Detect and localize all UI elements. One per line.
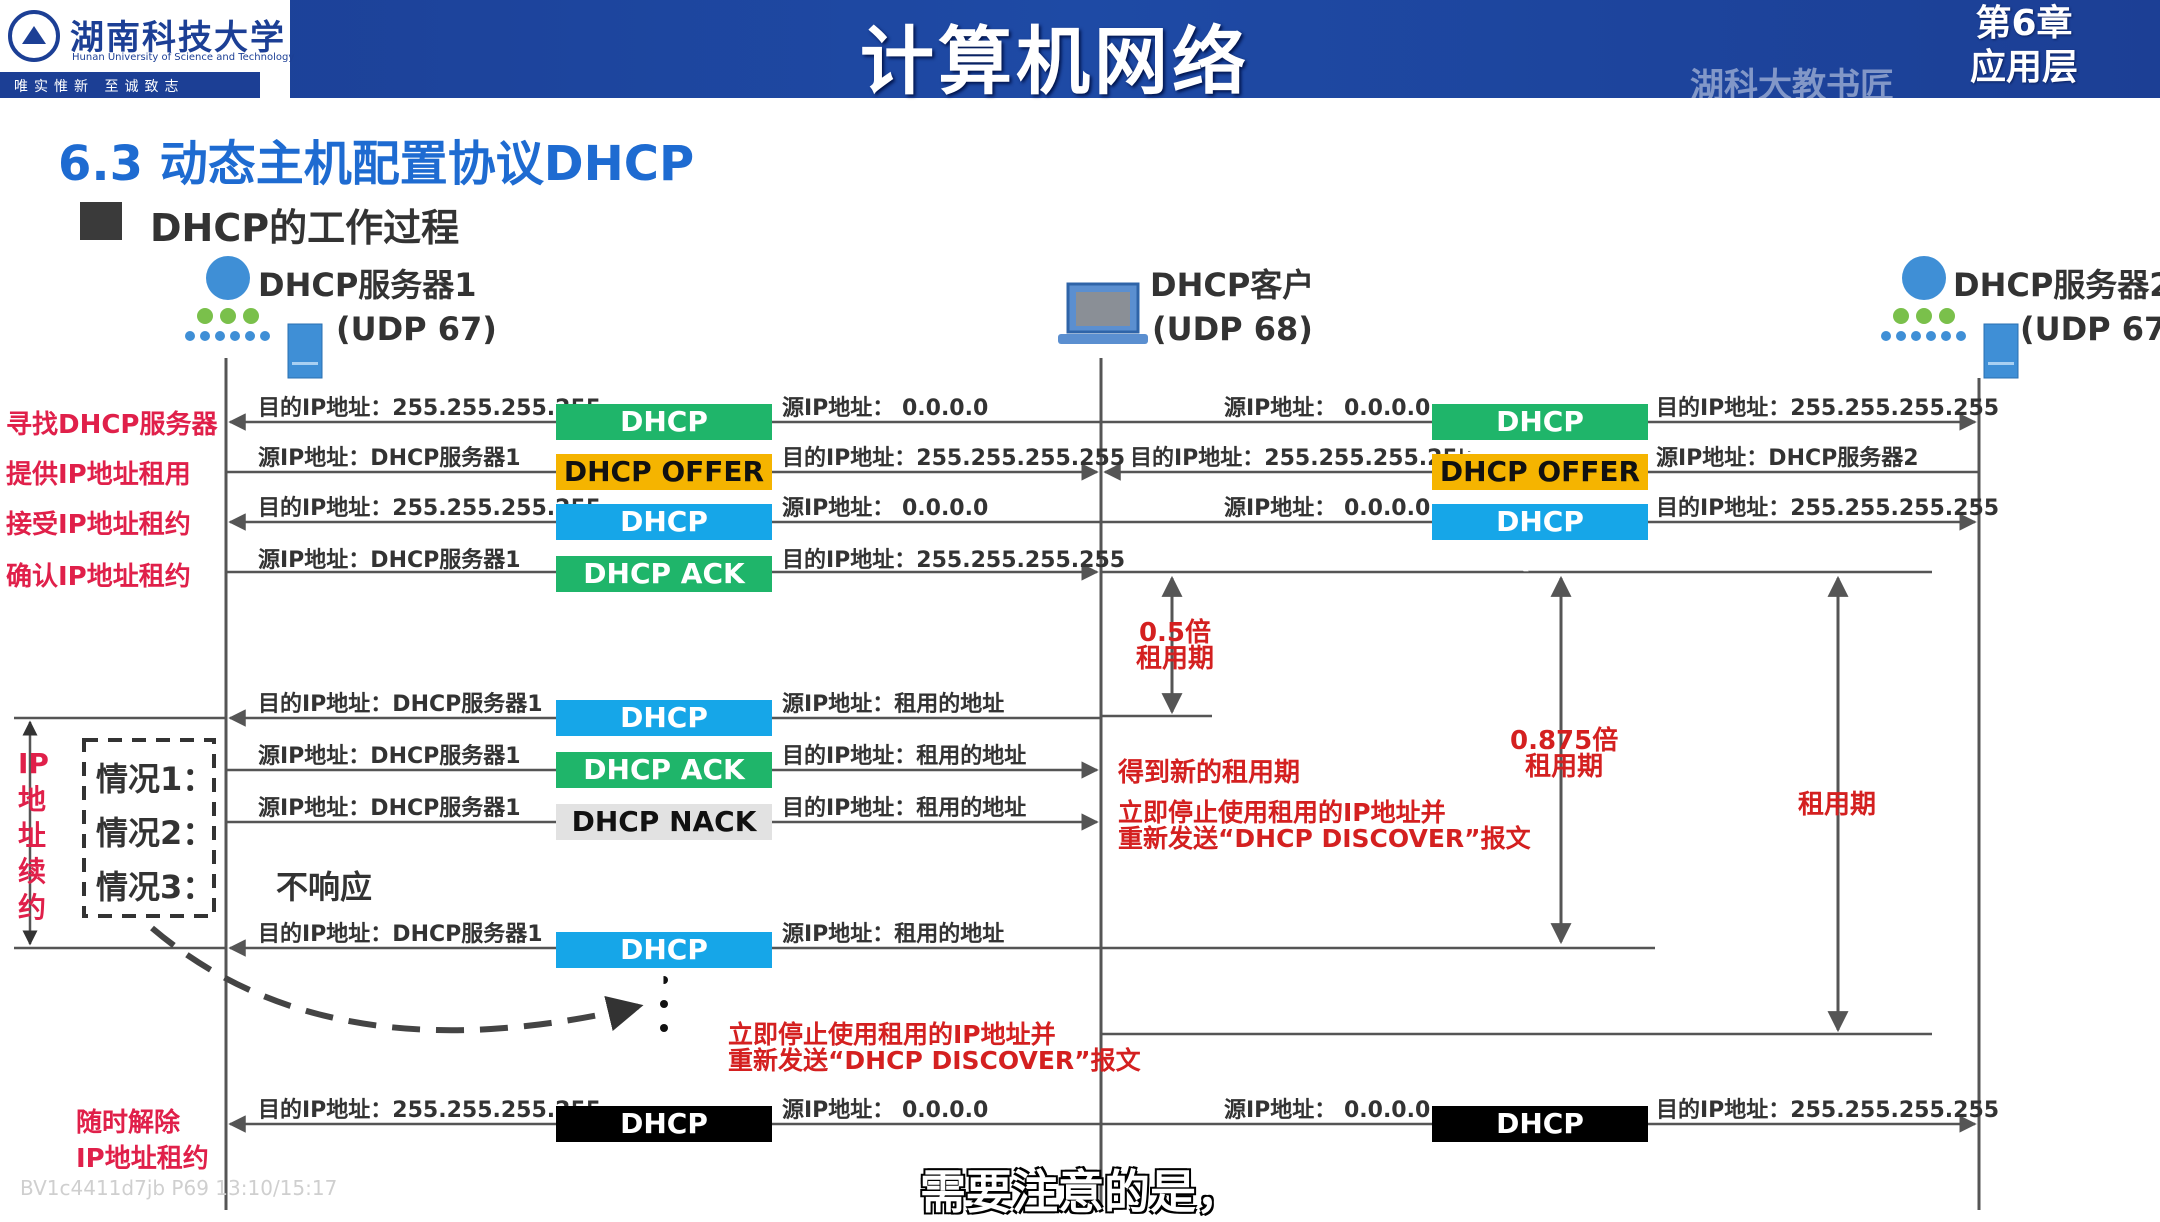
half-lease-line2: 租用期 (1136, 644, 1215, 674)
step-find-server: 寻找DHCP服务器 (6, 410, 218, 440)
msg-src-zero: 源IP地址： 0.0.0.0 (782, 396, 989, 421)
msg-dst-bcast: 目的IP地址：255.255.255.255 (258, 1098, 602, 1123)
step-accept: 接受IP地址租约 (6, 510, 191, 540)
msg-dst-bcast: 目的IP地址：255.255.255.255 (1130, 446, 1474, 471)
dhcp-ack-box: DHCP ACK (556, 752, 772, 788)
stop-line2: 重新发送“DHCP DISCOVER”报文 (1118, 824, 1531, 853)
stop-and-rediscover-label: 立即停止使用租用的IP地址并 重新发送“DHCP DISCOVER”报文 (1118, 800, 1531, 852)
client-name: DHCP客户 (1150, 266, 1315, 304)
msg-src-zero: 源IP地址： 0.0.0.0 (1224, 1098, 1431, 1123)
msg-dst-leased: 目的IP地址：租用的地址 (782, 744, 1027, 769)
msg-src-zero: 源IP地址： 0.0.0.0 (1224, 396, 1431, 421)
msg-src-server1: 源IP地址：DHCP服务器1 (258, 446, 521, 471)
server1-name: DHCP服务器1 (258, 266, 477, 304)
half-lease-line1: 0.5倍 (1138, 618, 1212, 648)
dhcp-release-box: DHCP RELEASE (1432, 1106, 1648, 1176)
video-id-overlay: BV1c4411d7jb P69 13:10/15:17 (20, 1176, 338, 1200)
renew-char: 地 (18, 783, 47, 816)
stop-line1: 立即停止使用租用的IP地址并 (728, 1020, 1056, 1049)
msg-src-leased: 源IP地址：租用的地址 (782, 922, 1005, 947)
half-lease-label: 0.5倍 租用期 (1136, 620, 1214, 672)
dhcp-discover-box: DHCP DISCOVER (556, 404, 772, 474)
dhcp-request-box: DHCP REQUEST (1432, 504, 1648, 574)
msg-dst-bcast: 目的IP地址：255.255.255.255 (258, 396, 602, 421)
ellipsis-dot (660, 1024, 668, 1032)
msg-src-zero: 源IP地址： 0.0.0.0 (1224, 496, 1431, 521)
video-subtitle: 需要注意的是， (920, 1165, 1242, 1219)
step-offer: 提供IP地址租用 (6, 460, 191, 490)
p875-line1: 0.875倍 (1510, 726, 1619, 756)
msg-dst-bcast: 目的IP地址：255.255.255.255 (1656, 1098, 2000, 1123)
case2-label: 情况2： (96, 814, 215, 852)
server2-port: (UDP 67) (2020, 310, 2160, 348)
stop-line2: 重新发送“DHCP DISCOVER”报文 (728, 1046, 1141, 1075)
dhcp-nack-box: DHCP NACK (556, 804, 772, 840)
dhcp-release-box: DHCP RELEASE (556, 1106, 772, 1176)
case1-label: 情况1： (96, 760, 215, 798)
msg-dst-server1: 目的IP地址：DHCP服务器1 (258, 692, 543, 717)
laptop-icon (1058, 282, 1148, 344)
renew-char: IP (18, 747, 49, 780)
msg-src-zero: 源IP地址： 0.0.0.0 (782, 1098, 989, 1123)
stop-line1: 立即停止使用租用的IP地址并 (1118, 798, 1446, 827)
msg-src-leased: 源IP地址：租用的地址 (782, 692, 1005, 717)
renew-char: 址 (18, 819, 47, 852)
ip-renew-label: IP 地 址 续 约 (18, 746, 49, 926)
dhcp-offer-box: DHCP OFFER (556, 454, 772, 490)
new-lease-label: 得到新的租用期 (1118, 758, 1301, 788)
step-confirm: 确认IP地址租约 (6, 562, 191, 592)
msg-dst-leased: 目的IP地址：租用的地址 (782, 796, 1027, 821)
dhcp-offer-box: DHCP OFFER (1432, 454, 1648, 490)
msg-dst-bcast: 目的IP地址：255.255.255.255 (1656, 496, 2000, 521)
dhcp-request-box: DHCP REQUEST (556, 504, 772, 574)
msg-dst-server1: 目的IP地址：DHCP服务器1 (258, 922, 543, 947)
renew-char: 约 (18, 891, 47, 924)
msg-src-server1: 源IP地址：DHCP服务器1 (258, 796, 521, 821)
renew-char: 续 (18, 855, 47, 888)
dhcp-ack-box: DHCP ACK (556, 556, 772, 592)
msg-dst-bcast: 目的IP地址：255.255.255.255 (782, 548, 1126, 573)
msg-src-server1: 源IP地址：DHCP服务器1 (258, 548, 521, 573)
p875-line2: 租用期 (1525, 752, 1604, 782)
client-port: (UDP 68) (1152, 310, 1313, 348)
step-release-1: 随时解除 (76, 1108, 181, 1138)
msg-src-zero: 源IP地址： 0.0.0.0 (782, 496, 989, 521)
dhcp-request-box: DHCP REQUEST (556, 932, 772, 1002)
msg-src-server1: 源IP地址：DHCP服务器1 (258, 744, 521, 769)
step-release-2: IP地址租约 (76, 1144, 209, 1174)
dhcp-request-box: DHCP REQUEST (556, 700, 772, 770)
msg-dst-bcast: 目的IP地址：255.255.255.255 (258, 496, 602, 521)
server2-name: DHCP服务器2 (1953, 266, 2160, 304)
no-response-label: 不响应 (276, 868, 373, 906)
dhcp-discover-box: DHCP DISCOVER (1432, 404, 1648, 474)
case3-label: 情况3： (96, 868, 215, 906)
lease-label: 租用期 (1798, 790, 1877, 820)
stop-and-rediscover-label-2: 立即停止使用租用的IP地址并 重新发送“DHCP DISCOVER”报文 (728, 1022, 1141, 1074)
server1-port: (UDP 67) (336, 310, 497, 348)
msg-src-server2: 源IP地址：DHCP服务器2 (1656, 446, 1919, 471)
msg-dst-bcast: 目的IP地址：255.255.255.255 (782, 446, 1126, 471)
msg-dst-bcast: 目的IP地址：255.255.255.255 (1656, 396, 2000, 421)
p875-lease-label: 0.875倍 租用期 (1510, 728, 1618, 780)
